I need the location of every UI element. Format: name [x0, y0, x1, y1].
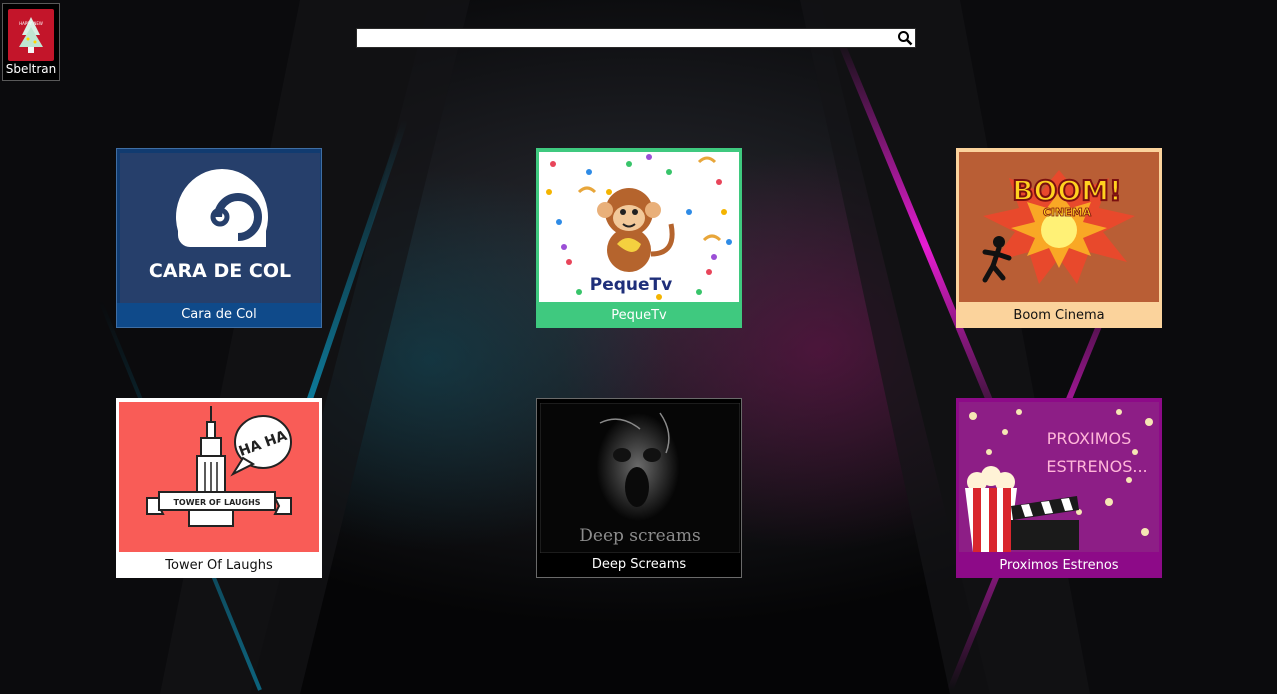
- tile-logo-text: Deep screams: [579, 526, 700, 546]
- tile-thumbnail[interactable]: CARA DE COL: [120, 153, 320, 303]
- search-icon: [898, 31, 913, 46]
- tile-cara-de-col[interactable]: CARA DE COL Cara de Col: [116, 148, 322, 328]
- tile-thumbnail[interactable]: TOWER OF LAUGHS HA HA: [119, 402, 319, 552]
- tile-label: Cara de Col: [117, 303, 321, 327]
- tile-label: PequeTv: [536, 304, 742, 328]
- tile-logo-subtext: CINEMA: [1043, 206, 1092, 219]
- monkey-icon: PequeTv: [539, 152, 739, 302]
- search-bar: [356, 28, 916, 48]
- tile-label: Deep Screams: [537, 553, 741, 577]
- tile-pequetv[interactable]: PequeTv PequeTv: [536, 148, 742, 328]
- neon-background: [0, 0, 1277, 694]
- tile-thumbnail[interactable]: PequeTv: [539, 152, 739, 302]
- tile-label: Tower Of Laughs: [116, 554, 322, 578]
- user-avatar[interactable]: HAPPY NEW: [8, 9, 54, 61]
- tile-logo-subtext: ESTRENOS...: [1046, 457, 1147, 476]
- background: [0, 0, 1277, 694]
- tile-proximos-estrenos[interactable]: PROXIMOS ESTRENOS... Proximos Estrenos: [956, 398, 1162, 578]
- tile-label: Boom Cinema: [956, 304, 1162, 328]
- search-input[interactable]: [357, 29, 895, 47]
- tile-logo-text: BOOM!: [1012, 174, 1122, 207]
- search-button[interactable]: [895, 29, 915, 47]
- spiral-logo-icon: CARA DE COL: [120, 153, 320, 303]
- tile-label: Proximos Estrenos: [956, 554, 1162, 578]
- username: Sbeltran: [5, 62, 57, 76]
- tower-icon: TOWER OF LAUGHS HA HA: [119, 402, 319, 552]
- tile-deep-screams[interactable]: Deep screams Deep Screams: [536, 398, 742, 578]
- tile-thumbnail[interactable]: BOOM! CINEMA: [959, 152, 1159, 302]
- tile-thumbnail[interactable]: Deep screams: [540, 403, 740, 553]
- tile-logo-text: TOWER OF LAUGHS: [173, 498, 260, 507]
- tile-logo-text: CARA DE COL: [149, 260, 291, 282]
- popcorn-clapperboard-icon: PROXIMOS ESTRENOS...: [959, 402, 1159, 552]
- user-profile[interactable]: HAPPY NEW Sbeltran: [2, 3, 60, 81]
- christmas-tree-avatar-icon: [19, 17, 43, 53]
- tile-boom-cinema[interactable]: BOOM! CINEMA Boom Cinema: [956, 148, 1162, 328]
- explosion-icon: BOOM! CINEMA: [959, 152, 1159, 302]
- tile-tower-of-laughs[interactable]: TOWER OF LAUGHS HA HA Tower Of Laughs: [116, 398, 322, 578]
- tile-logo-text: PROXIMOS: [1047, 429, 1132, 448]
- avatar-caption: HAPPY NEW: [19, 21, 43, 26]
- tile-thumbnail[interactable]: PROXIMOS ESTRENOS...: [959, 402, 1159, 552]
- tile-logo-text: PequeTv: [590, 275, 672, 295]
- screaming-face-icon: Deep screams: [540, 403, 740, 553]
